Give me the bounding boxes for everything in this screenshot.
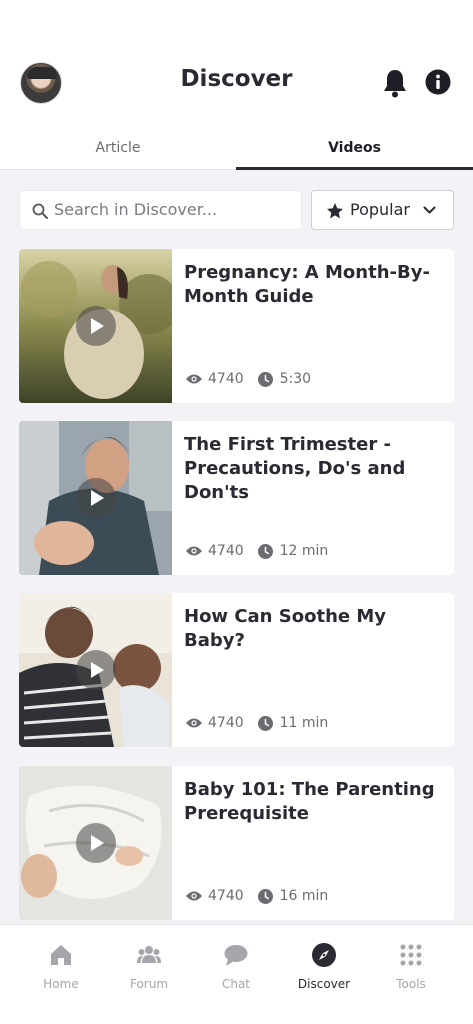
duration: 11 min [279,715,329,731]
nav-home[interactable]: Home [14,925,108,1024]
play-icon[interactable] [76,306,116,346]
play-icon[interactable] [76,478,116,518]
grid-dots-icon [400,944,422,966]
clock-icon [257,715,273,731]
sort-dropdown[interactable]: Popular [311,190,454,230]
nav-label: Home [43,977,79,991]
nav-label: Tools [396,977,426,991]
eye-icon [186,891,202,901]
duration: 16 min [279,888,329,904]
home-icon [51,945,71,965]
clock-icon [257,888,273,904]
video-card[interactable]: How Can Soothe My Baby? 4740 11 min [19,593,454,747]
group-icon [137,946,161,963]
app-header: Discover Article Videos [0,0,473,170]
chat-bubble-icon [224,945,248,966]
video-card[interactable]: The First Trimester - Precautions, Do's … [19,421,454,575]
duration: 12 min [279,543,329,559]
nav-label: Forum [129,977,169,991]
search-input[interactable]: Search in Discover... [19,190,302,230]
eye-icon [186,374,202,384]
tab-bar: Article Videos [0,128,473,170]
search-icon [32,203,48,219]
video-meta: 4740 5:30 [185,371,311,391]
nav-chat[interactable]: Chat [189,925,283,1024]
video-title: How Can Soothe My Baby? [184,606,386,651]
bell-icon[interactable] [382,68,408,98]
search-placeholder: Search in Discover... [54,200,218,219]
video-card[interactable]: Pregnancy: A Month-By-Month Guide 4740 5:… [19,249,454,403]
nav-tools[interactable]: Tools [364,925,458,1024]
view-count: 4740 [208,715,244,731]
info-icon[interactable] [425,69,451,95]
video-title: Pregnancy: A Month-By-Month Guide [184,262,430,307]
bottom-nav: Home Forum Chat Discover Tools [0,924,473,1024]
video-card[interactable]: Baby 101: The Parenting Prerequisite 474… [19,766,454,920]
compass-icon [312,943,336,967]
star-icon [327,203,343,219]
tab-article[interactable]: Article [0,128,236,170]
nav-forum[interactable]: Forum [102,925,196,1024]
view-count: 4740 [208,543,244,559]
chevron-down-icon [423,206,436,214]
clock-icon [257,543,273,559]
nav-discover[interactable]: Discover [277,925,371,1024]
view-count: 4740 [208,371,244,387]
duration: 5:30 [279,371,312,387]
tab-videos[interactable]: Videos [236,128,473,170]
nav-label: Discover [297,977,351,991]
video-title: Baby 101: The Parenting Prerequisite [184,779,435,824]
video-meta: 4740 11 min [185,715,328,735]
video-meta: 4740 12 min [185,543,328,563]
nav-label: Chat [221,977,251,991]
sort-label: Popular [350,200,410,219]
clock-icon [257,371,273,387]
play-icon[interactable] [76,823,116,863]
eye-icon [186,546,202,556]
video-title: The First Trimester - Precautions, Do's … [184,434,406,503]
eye-icon [186,718,202,728]
view-count: 4740 [208,888,244,904]
video-meta: 4740 16 min [185,888,328,908]
play-icon[interactable] [76,650,116,690]
